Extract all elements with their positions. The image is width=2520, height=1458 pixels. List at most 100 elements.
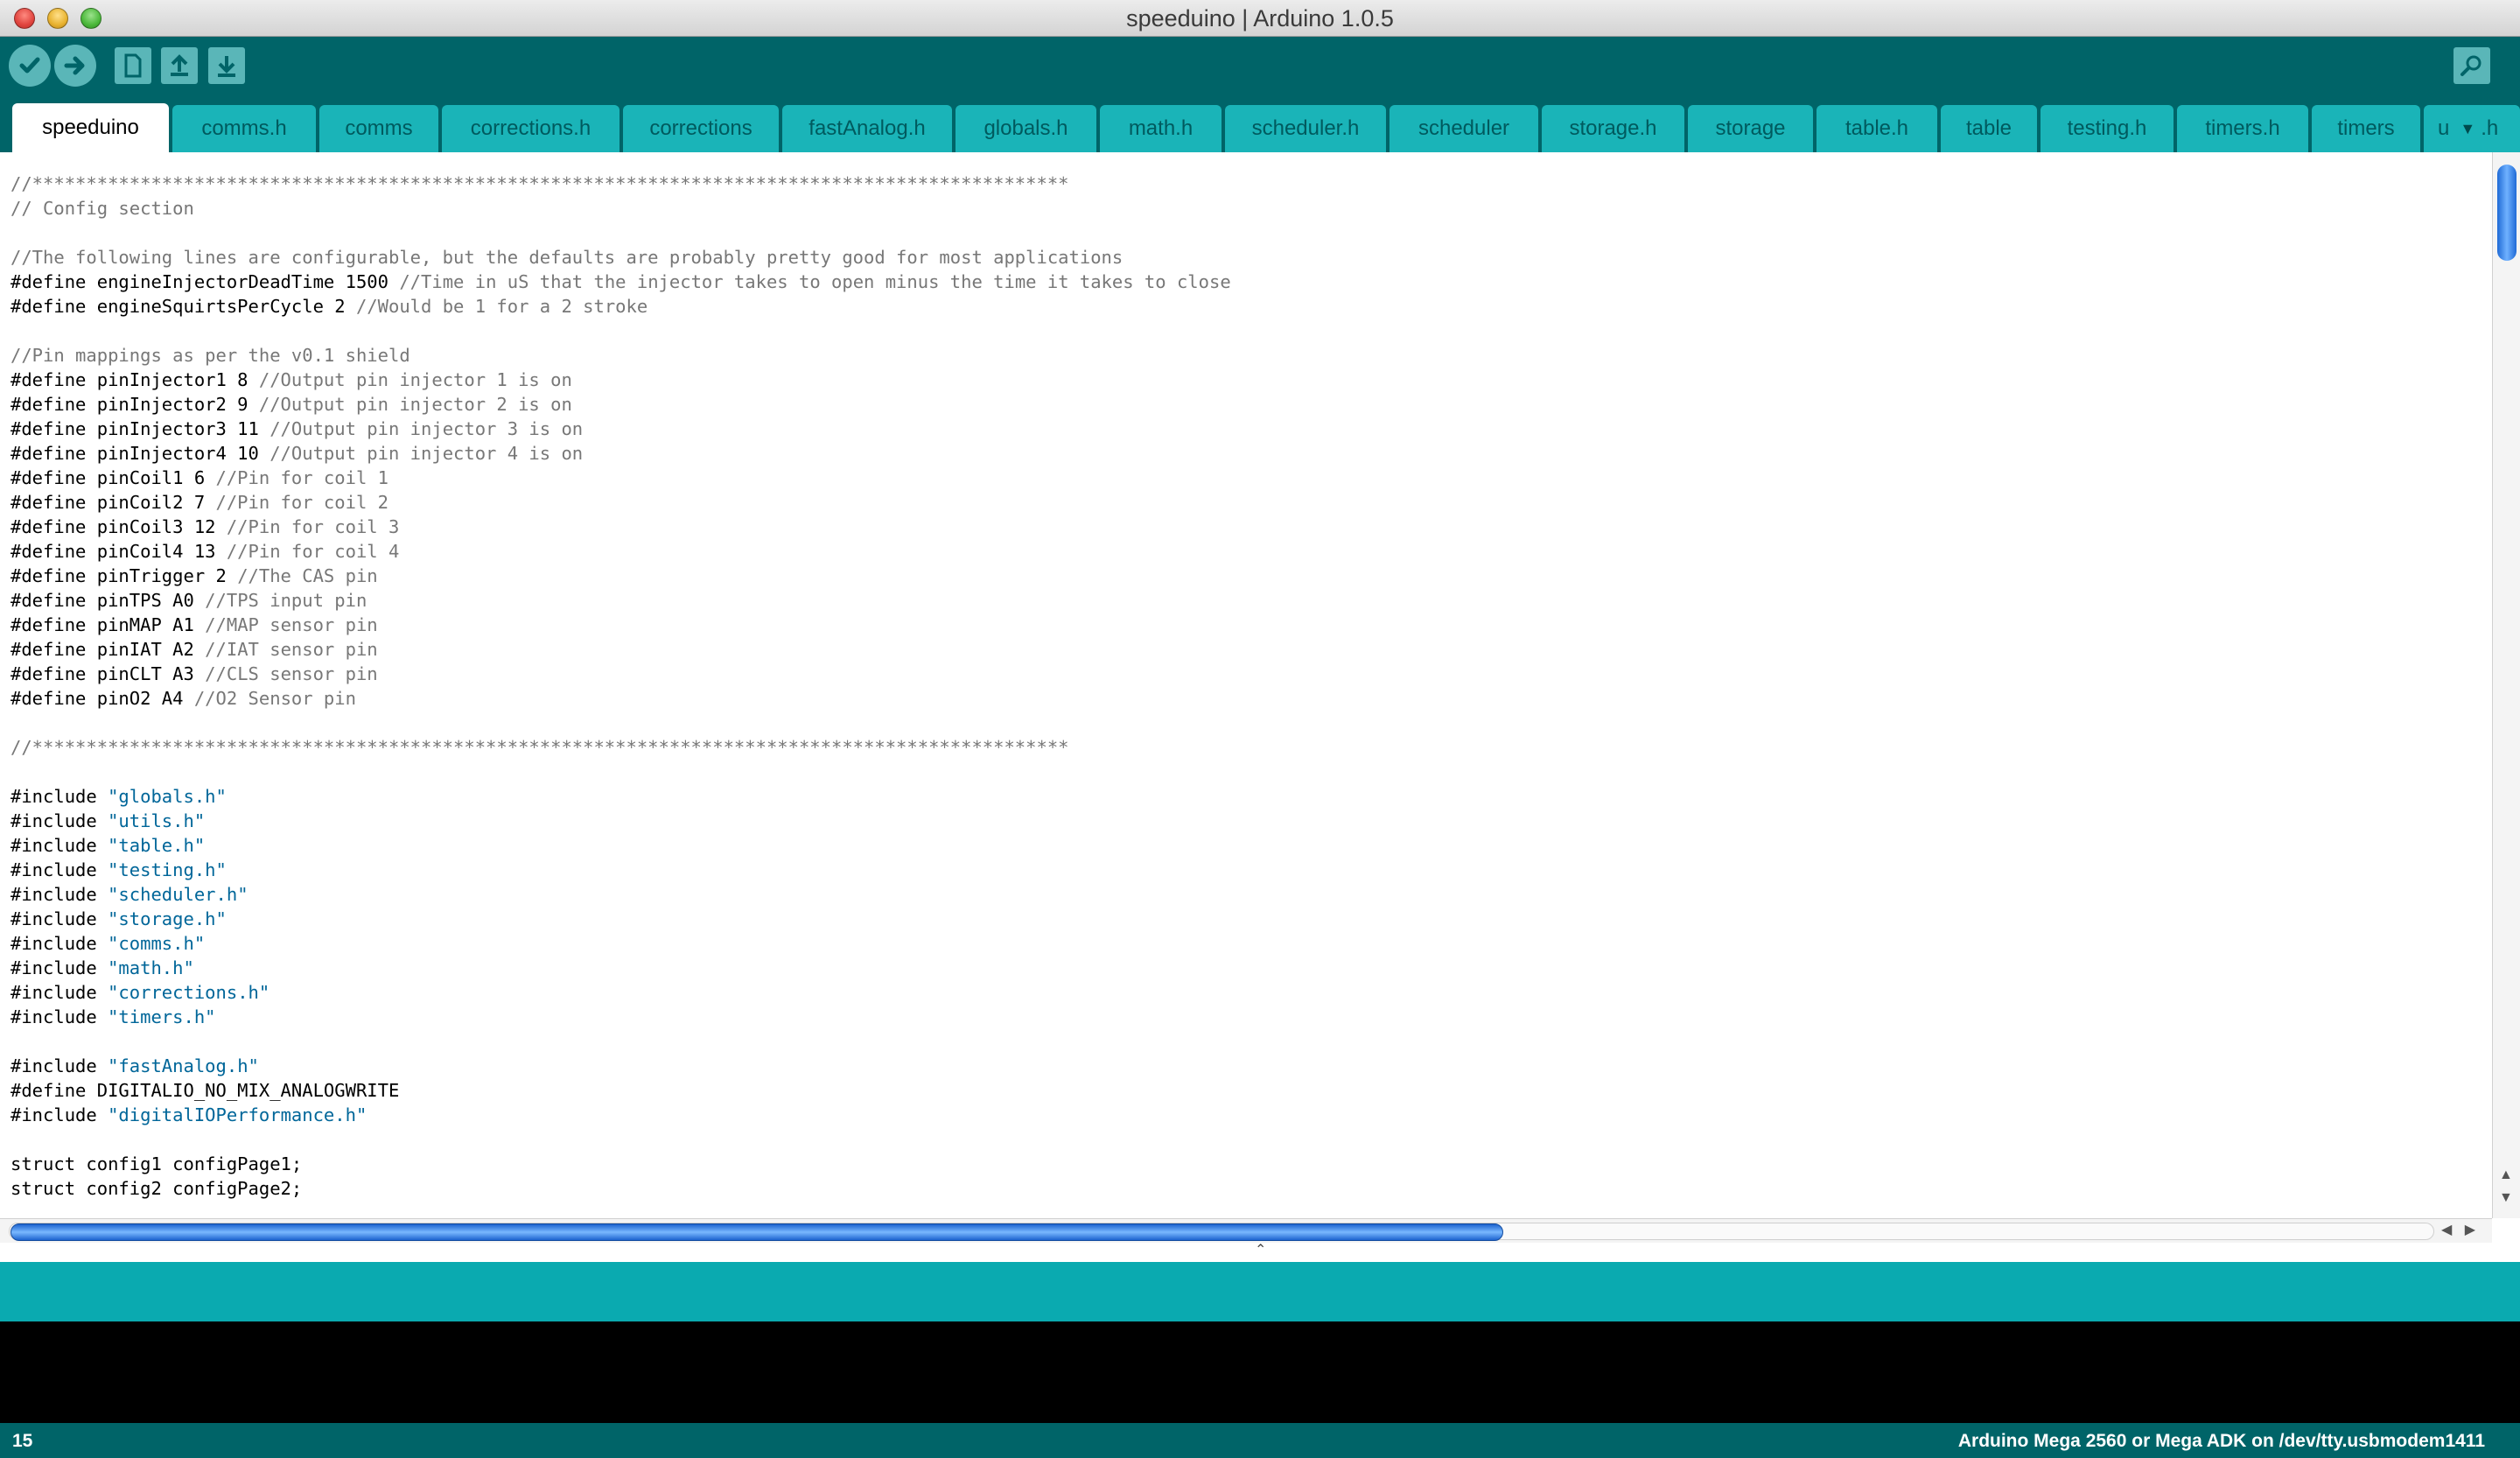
code-line[interactable] <box>10 1127 1231 1152</box>
tab-corrections[interactable]: corrections <box>623 105 779 152</box>
horizontal-scroll-arrows[interactable]: ◀ ▶ <box>2441 1221 2475 1238</box>
tab-speeduino[interactable]: speeduino <box>12 103 169 152</box>
code-line[interactable]: #include "corrections.h" <box>10 980 1231 1005</box>
code-line[interactable]: #define pinCoil1 6 //Pin for coil 1 <box>10 466 1231 490</box>
serial-monitor-button[interactable] <box>2454 47 2490 84</box>
code-token: #include <box>10 835 108 856</box>
code-token: struct config1 configPage1; <box>10 1153 303 1174</box>
tab-storage-h[interactable]: storage.h <box>1542 105 1684 152</box>
code-line[interactable]: #define pinO2 A4 //O2 Sensor pin <box>10 686 1231 711</box>
scroll-left-arrow-icon[interactable]: ◀ <box>2441 1223 2452 1237</box>
code-line[interactable]: #define pinTrigger 2 //The CAS pin <box>10 564 1231 588</box>
code-string: "math.h" <box>108 957 194 978</box>
tab-scheduler-h[interactable]: scheduler.h <box>1225 105 1386 152</box>
tab-comms-h[interactable]: comms.h <box>172 105 316 152</box>
verify-button[interactable] <box>9 45 51 87</box>
code-line[interactable] <box>10 221 1231 245</box>
scroll-up-arrow-icon[interactable]: ▲ <box>2499 1167 2513 1183</box>
code-comment: //Time in uS that the injector takes to … <box>399 271 1231 292</box>
code-comment: //IAT sensor pin <box>205 639 378 660</box>
new-file-icon <box>124 53 142 78</box>
tab-timers-h[interactable]: timers.h <box>2177 105 2308 152</box>
code-line[interactable]: #include "fastAnalog.h" <box>10 1054 1231 1078</box>
code-line[interactable]: #include "table.h" <box>10 833 1231 858</box>
horizontal-scrollbar[interactable]: ◀ ▶ <box>0 1218 2492 1243</box>
tab-table[interactable]: table <box>1941 105 2037 152</box>
code-line[interactable]: #include "testing.h" <box>10 858 1231 882</box>
code-token: #define pinO2 A4 <box>10 688 194 709</box>
chevron-down-icon[interactable]: ▼ <box>2460 120 2475 138</box>
code-line[interactable]: #include "math.h" <box>10 956 1231 980</box>
code-line[interactable]: //Pin mappings as per the v0.1 shield <box>10 343 1231 368</box>
code-line[interactable]: #define engineSquirtsPerCycle 2 //Would … <box>10 294 1231 319</box>
scroll-right-arrow-icon[interactable]: ▶ <box>2465 1223 2475 1237</box>
code-comment: //Output pin injector 1 is on <box>258 369 572 390</box>
code-line[interactable]: #include "comms.h" <box>10 931 1231 956</box>
code-line[interactable]: #include "timers.h" <box>10 1005 1231 1029</box>
tab-testing-h[interactable]: testing.h <box>2040 105 2174 152</box>
tab-comms[interactable]: comms <box>319 105 438 152</box>
code-token: #include <box>10 884 108 905</box>
code-comment: //Pin mappings as per the v0.1 shield <box>10 345 410 366</box>
code-line[interactable]: #define pinIAT A2 //IAT sensor pin <box>10 637 1231 662</box>
code-line[interactable]: #define DIGITALIO_NO_MIX_ANALOGWRITE <box>10 1078 1231 1103</box>
code-line[interactable]: //**************************************… <box>10 735 1231 760</box>
code-line[interactable]: #include "digitalIOPerformance.h" <box>10 1103 1231 1127</box>
code-line[interactable]: //**************************************… <box>10 172 1231 196</box>
vertical-scroll-thumb[interactable] <box>2497 165 2516 261</box>
code-token: #include <box>10 957 108 978</box>
code-line[interactable]: #define pinInjector3 11 //Output pin inj… <box>10 417 1231 441</box>
tab-fastanalog-h[interactable]: fastAnalog.h <box>782 105 952 152</box>
save-sketch-button[interactable] <box>208 47 245 84</box>
code-line[interactable]: #define pinMAP A1 //MAP sensor pin <box>10 613 1231 637</box>
code-line[interactable]: #define pinInjector4 10 //Output pin inj… <box>10 441 1231 466</box>
console-output[interactable] <box>0 1321 2520 1423</box>
pane-splitter-icon[interactable]: ⌃ <box>1255 1241 1266 1258</box>
code-line[interactable]: #define pinInjector1 8 //Output pin inje… <box>10 368 1231 392</box>
code-line[interactable]: #define pinCoil3 12 //Pin for coil 3 <box>10 515 1231 539</box>
code-line[interactable]: struct config2 configPage2; <box>10 1176 1231 1201</box>
new-sketch-button[interactable] <box>115 47 151 84</box>
code-token: #include <box>10 1104 108 1125</box>
code-line[interactable]: #define pinCoil4 13 //Pin for coil 4 <box>10 539 1231 564</box>
tab-storage[interactable]: storage <box>1688 105 1813 152</box>
open-sketch-button[interactable] <box>161 47 198 84</box>
code-string: "globals.h" <box>108 786 227 807</box>
code-line[interactable]: #define pinTPS A0 //TPS input pin <box>10 588 1231 613</box>
tab-scheduler[interactable]: scheduler <box>1390 105 1538 152</box>
code-line[interactable]: #include "globals.h" <box>10 784 1231 809</box>
save-arrow-down-icon <box>218 56 235 77</box>
code-comment: //TPS input pin <box>205 590 368 611</box>
vertical-scrollbar[interactable]: ▲ ▼ <box>2492 152 2520 1218</box>
code-line[interactable]: #include "utils.h" <box>10 809 1231 833</box>
code-line[interactable] <box>10 1029 1231 1054</box>
code-line[interactable]: #define pinInjector2 9 //Output pin inje… <box>10 392 1231 417</box>
code-line[interactable]: // Config section <box>10 196 1231 221</box>
scroll-down-arrow-icon[interactable]: ▼ <box>2499 1190 2513 1206</box>
code-comment: // Config section <box>10 198 194 219</box>
tab-timers[interactable]: timers <box>2312 105 2420 152</box>
code-line[interactable]: #define pinCoil2 7 //Pin for coil 2 <box>10 490 1231 515</box>
tab-table-h[interactable]: table.h <box>1816 105 1937 152</box>
code-line[interactable]: #define engineInjectorDeadTime 1500 //Ti… <box>10 270 1231 294</box>
code-line[interactable]: #include "storage.h" <box>10 907 1231 931</box>
code-editor[interactable]: //**************************************… <box>0 152 2492 1218</box>
code-line[interactable]: //The following lines are configurable, … <box>10 245 1231 270</box>
tab-globals-h[interactable]: globals.h <box>956 105 1096 152</box>
code-line[interactable] <box>10 760 1231 784</box>
tab-math-h[interactable]: math.h <box>1100 105 1222 152</box>
code-comment: //The following lines are configurable, … <box>10 247 1124 268</box>
code-line[interactable] <box>10 711 1231 735</box>
upload-button[interactable] <box>54 45 96 87</box>
code-token: #define DIGITALIO_NO_MIX_ANALOGWRITE <box>10 1080 400 1101</box>
tab-corrections-h[interactable]: corrections.h <box>442 105 620 152</box>
code-text[interactable]: //**************************************… <box>10 172 1231 1201</box>
tab-overflow[interactable]: u ▼ .h <box>2424 105 2520 152</box>
open-arrow-up-icon <box>171 54 188 76</box>
code-line[interactable]: #include "scheduler.h" <box>10 882 1231 907</box>
code-line[interactable]: #define pinCLT A3 //CLS sensor pin <box>10 662 1231 686</box>
status-area <box>0 1262 2520 1321</box>
code-line[interactable]: struct config1 configPage1; <box>10 1152 1231 1176</box>
code-line[interactable] <box>10 319 1231 343</box>
horizontal-scroll-thumb[interactable] <box>10 1223 1503 1241</box>
